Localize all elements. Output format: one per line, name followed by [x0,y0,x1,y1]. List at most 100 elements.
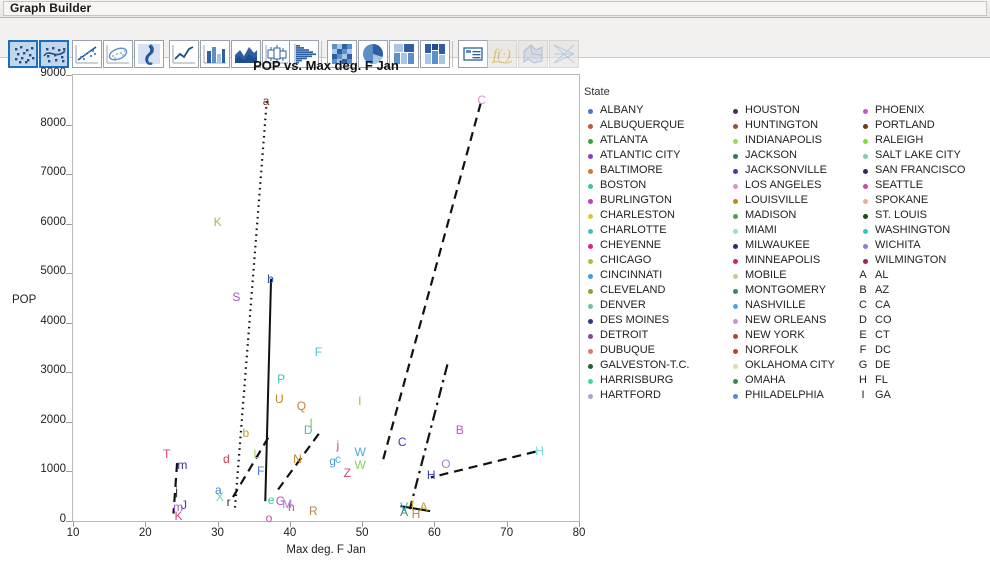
legend-item-label: CHARLESTON [600,209,675,221]
legend-color-dot-icon [733,214,738,219]
data-point-marker[interactable]: b [242,427,249,439]
x-axis-tick-label: 50 [355,527,369,539]
data-point-marker[interactable]: B [456,424,464,436]
data-point-marker[interactable]: h [288,501,295,513]
data-point-marker[interactable]: C [477,94,486,106]
data-point-marker[interactable]: S [232,291,240,303]
x-axis-tick-mark [217,522,219,527]
data-point-marker[interactable]: K [175,510,183,522]
legend-item-label: JACKSONVILLE [745,164,827,176]
x-axis-tick-label: 60 [428,527,441,539]
data-point-marker[interactable]: e [268,494,275,506]
legend-item-label: OMAHA [745,374,786,386]
data-point-marker[interactable]: T [163,448,170,460]
legend-item-label: DE [875,359,891,371]
legend-letter-marker: H [859,374,867,386]
legend-item-label: NORFOLK [745,344,799,356]
data-point-marker[interactable]: W [355,446,366,458]
legend-item-label: DENVER [600,299,646,311]
data-point-marker[interactable]: b [267,273,274,285]
legend-item-label: NEW ORLEANS [745,314,827,326]
y-axis-tick-label: 7000 [40,166,66,179]
data-point-marker[interactable]: r [227,496,231,508]
data-point-marker[interactable]: R [309,505,318,517]
x-axis-label: Max deg. F Jan [286,544,366,556]
data-point-marker[interactable]: m [177,459,187,471]
legend-item-label: MONTGOMERY [745,284,827,296]
x-axis-tick-label: 80 [572,527,586,539]
x-axis-tick-mark [506,522,508,527]
x-axis-tick-mark [434,522,436,527]
legend-letter-marker: I [861,389,865,401]
data-point-marker[interactable]: N [293,453,302,465]
legend-item-label: ALBANY [600,104,644,116]
legend-color-dot-icon [733,199,738,204]
legend-item-label: AZ [875,284,890,296]
legend-item-label: MADISON [745,209,797,221]
legend-item-label: BURLINGTON [600,194,672,206]
data-point-marker[interactable]: j [336,439,339,451]
legend-item-label: CA [875,299,891,311]
plot-area[interactable] [72,74,580,522]
legend-item-label: LOUISVILLE [745,194,808,206]
legend-item-label: INDIANAPOLIS [745,134,823,146]
smoother-plot-button[interactable] [39,40,69,68]
data-point-marker[interactable]: H [427,469,436,481]
x-axis-tick-mark [362,522,364,527]
legend-color-dot-icon [588,334,593,339]
data-point-marker[interactable]: F [257,465,264,477]
data-point-marker[interactable]: F [315,346,322,358]
legend-color-dot-icon [733,124,738,129]
data-point-marker[interactable]: A [420,501,428,513]
legend: State ALBANY ALBUQUERQUE ATLANTA ATLANTIC C… [584,86,984,406]
y-axis-tick-label: 4000 [40,314,66,327]
legend-title: State [584,86,610,98]
data-point-marker[interactable]: j [175,485,178,497]
data-point-marker[interactable]: K [214,216,222,228]
legend-color-dot-icon [733,319,738,324]
graph-builder-window: Graph Builder f(·) POP vs. Max deg. F Ja… [0,0,990,565]
legend-item-label: RALEIGH [875,134,924,146]
data-point-marker[interactable]: d [223,453,230,465]
data-point-marker[interactable]: c [335,453,341,465]
legend-color-dot-icon [588,274,593,279]
x-axis-tick-mark [73,522,74,527]
legend-letter-marker: F [859,344,867,356]
legend-item-label: HARTFORD [600,389,661,401]
x-axis-tick-label: 70 [500,527,514,539]
points-plot-button[interactable] [8,40,38,68]
legend-color-dot-icon [733,244,738,249]
legend-color-dot-icon [588,139,593,144]
x-axis-tick-mark [145,522,147,527]
data-point-marker[interactable]: O [441,458,450,470]
data-point-marker[interactable]: W [355,459,366,471]
data-point-marker[interactable]: o [266,512,273,524]
data-point-marker[interactable]: L [253,448,260,460]
legend-item-label: JACKSON [745,149,797,161]
data-point-marker[interactable]: I [358,395,361,407]
x-axis-tick-mark [579,522,580,527]
legend-item-label: PHOENIX [875,104,925,116]
data-point-marker[interactable]: C [398,436,407,448]
data-point-marker[interactable]: U [275,393,284,405]
title-bar-inner [3,1,987,16]
legend-color-dot-icon [588,109,593,114]
data-point-marker[interactable]: l [310,417,313,429]
data-point-marker[interactable]: H [535,445,544,457]
y-axis-tick-mark [66,223,72,225]
y-axis-tick-mark [66,273,72,275]
data-point-marker[interactable]: A [400,506,408,518]
legend-color-dot-icon [733,349,738,354]
legend-item-label: CHARLOTTE [600,224,667,236]
y-axis-tick-mark [66,521,72,522]
data-point-marker[interactable]: X [216,491,224,503]
data-point-marker[interactable]: Q [297,400,306,412]
data-point-marker[interactable]: a [263,95,270,107]
data-point-marker[interactable]: P [277,373,285,385]
legend-item-label: WASHINGTON [875,224,951,236]
data-point-marker[interactable]: Z [344,467,351,479]
legend-item-label: PORTLAND [875,119,935,131]
legend-item-label: HUNTINGTON [745,119,819,131]
legend-color-dot-icon [733,364,738,369]
data-point-marker[interactable]: H [412,508,421,520]
